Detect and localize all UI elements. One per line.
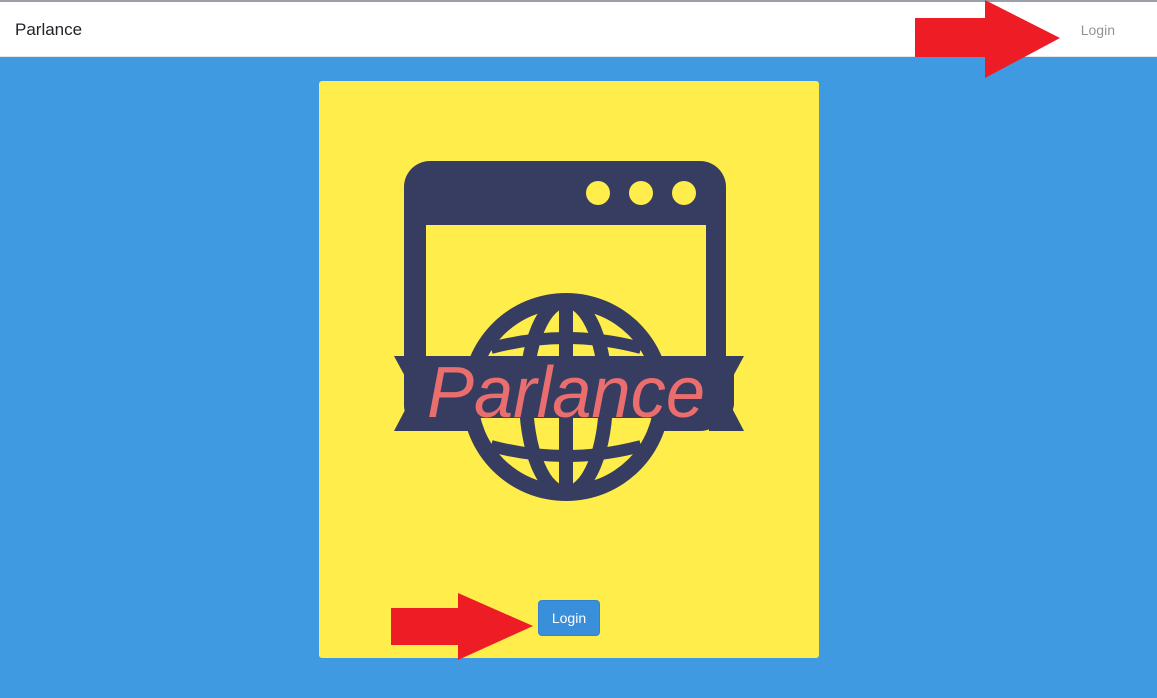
window-dot-icon — [672, 181, 696, 205]
login-card: Parlance Login — [319, 81, 819, 658]
red-arrow-icon — [915, 0, 1060, 78]
logo-wordmark: Parlance — [427, 353, 705, 433]
red-arrow-icon — [391, 593, 533, 660]
parlance-logo: Parlance — [394, 161, 744, 501]
window-dot-icon — [586, 181, 610, 205]
window-dot-icon — [629, 181, 653, 205]
navbar-login-link[interactable]: Login — [1081, 22, 1115, 38]
login-button[interactable]: Login — [538, 600, 600, 636]
navbar-brand[interactable]: Parlance — [15, 20, 82, 40]
